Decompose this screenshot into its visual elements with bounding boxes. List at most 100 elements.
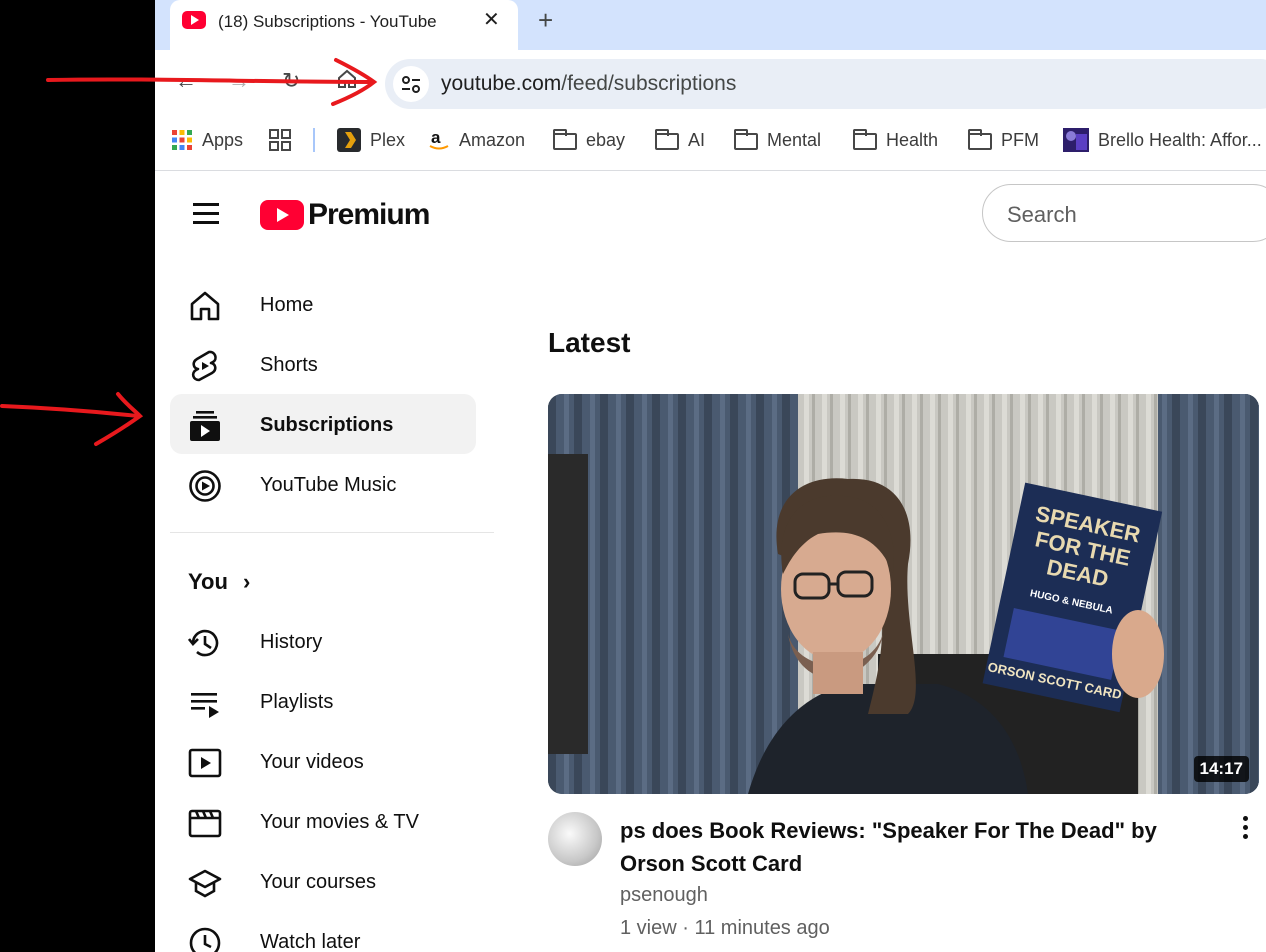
back-button[interactable]: ← [175,69,197,93]
clock-icon [189,927,221,952]
bookmark-tab-groups[interactable] [268,128,292,152]
bookmark-brello[interactable]: Brello Health: Affor... [1063,128,1262,152]
url-host: youtube.com [441,72,562,95]
sidebar-item-label: Your courses [260,871,376,893]
channel-avatar[interactable] [548,812,602,866]
reload-button[interactable]: ↻ [282,69,300,93]
sidebar-item-watch-later[interactable]: Watch later [170,911,476,952]
address-bar[interactable]: youtube.com/feed/subscriptions [385,59,1266,109]
forward-button[interactable]: → [228,69,250,93]
sidebar-item-your-movies-tv[interactable]: Your movies & TV [170,791,476,851]
bookmark-folder-ai[interactable]: AI [655,128,705,152]
sidebar-item-label: Watch later [260,931,361,952]
url-path: /feed/subscriptions [561,72,737,95]
new-tab-button[interactable]: + [538,6,553,34]
video-title[interactable]: ps does Book Reviews: "Speaker For The D… [620,814,1180,880]
bookmarks-separator [313,128,315,152]
url-text[interactable]: youtube.com/feed/subscriptions [441,72,736,96]
amazon-icon: a [429,128,449,150]
browser-home-icon [338,69,356,88]
youtube-page: Premium Search Home Shorts Subscriptions… [155,171,1266,952]
svg-text:a: a [431,128,441,147]
folder-icon [553,129,577,150]
navigation-bar: ← → ↻ youtube.com/feed/subscriptions [155,50,1266,114]
bookmark-label: ebay [586,129,626,150]
you-section-heading[interactable]: You [188,569,228,595]
tab-close-icon[interactable]: ✕ [483,9,500,31]
chevron-right-icon[interactable]: › [243,569,250,595]
bookmark-label: AI [688,129,706,150]
home-icon [190,291,220,321]
sidebar-item-history[interactable]: History [170,611,476,671]
logo-text: Premium [308,198,430,231]
red-arrow-to-subscriptions [0,392,144,446]
search-placeholder: Search [1007,202,1077,227]
sidebar-item-label: Playlists [260,691,334,713]
playlists-icon [191,693,219,718]
more-actions-button[interactable] [1240,816,1250,846]
video-metadata: 1 view · 11 minutes ago [620,917,830,939]
tune-icon [402,76,420,93]
shorts-icon [191,350,217,382]
movies-icon [188,809,222,838]
bookmark-label: Brello Health: Affor... [1098,129,1262,150]
channel-name[interactable]: psenough [620,884,708,907]
brello-icon [1063,128,1089,152]
subscriptions-icon [190,411,220,441]
sidebar-item-label: Shorts [260,354,318,376]
search-input[interactable]: Search [982,184,1266,242]
browser-window: (18) Subscriptions - YouTube ✕ + ← → ↻ y… [155,0,1266,952]
browser-tab[interactable]: (18) Subscriptions - YouTube ✕ [170,0,518,50]
history-icon [188,629,219,657]
guide-menu-button[interactable] [193,203,219,225]
sidebar-item-label: Your movies & TV [260,811,419,833]
sidebar-item-shorts[interactable]: Shorts [170,334,476,394]
bookmark-label: Amazon [459,129,526,150]
video-thumbnail[interactable]: SPEAKER FOR THE DEAD HUGO & NEBULA ORSON… [548,394,1259,794]
sidebar-divider [170,532,494,533]
courses-icon [188,869,222,898]
folder-icon [734,129,758,150]
bookmark-label: Plex [370,129,406,150]
youtube-play-icon [260,200,304,230]
bookmarks-bar: Apps Plex a Amazon ebay AI Mental Health… [155,114,1266,171]
home-button[interactable] [335,67,359,96]
bookmark-folder-mental[interactable]: Mental [734,128,821,152]
bookmark-folder-health[interactable]: Health [853,128,938,152]
site-settings-button[interactable] [393,66,429,102]
bookmark-plex[interactable]: Plex [337,128,405,152]
sidebar-item-label: YouTube Music [260,474,397,496]
sidebar-item-label: Subscriptions [260,414,394,436]
bookmark-folder-pfm[interactable]: PFM [968,128,1039,152]
sidebar-item-label: History [260,631,323,653]
your-videos-icon [188,748,222,778]
bookmark-folder-ebay[interactable]: ebay [553,128,625,152]
bookmark-label: Apps [202,129,244,150]
sidebar-item-label: Home [260,294,314,316]
youtube-favicon-icon [182,11,206,29]
thumbnail-image: SPEAKER FOR THE DEAD HUGO & NEBULA ORSON… [548,394,1259,794]
tab-groups-icon [269,129,291,151]
sidebar-item-subscriptions[interactable]: Subscriptions [170,394,476,454]
bookmark-amazon[interactable]: a Amazon [428,128,525,152]
bookmark-label: Health [886,129,939,150]
section-title: Latest [548,327,631,358]
folder-icon [968,129,992,150]
folder-icon [853,129,877,150]
sidebar-item-your-courses[interactable]: Your courses [170,851,476,911]
folder-icon [655,129,679,150]
bookmark-label: PFM [1001,129,1039,150]
youtube-music-icon [189,470,221,502]
sidebar-item-your-videos[interactable]: Your videos [170,731,476,791]
sidebar-item-home[interactable]: Home [170,274,476,334]
sidebar-item-label: Your videos [260,751,364,773]
youtube-premium-logo[interactable]: Premium [260,198,430,231]
tab-strip: (18) Subscriptions - YouTube ✕ + [155,0,1266,50]
video-duration-badge: 14:17 [1193,756,1249,782]
tab-title: (18) Subscriptions - YouTube [218,12,437,31]
plex-icon [337,128,361,152]
sidebar-item-youtube-music[interactable]: YouTube Music [170,454,476,514]
sidebar-item-playlists[interactable]: Playlists [170,671,476,731]
bookmark-apps[interactable]: Apps [171,128,243,152]
bookmark-label: Mental [767,129,822,150]
